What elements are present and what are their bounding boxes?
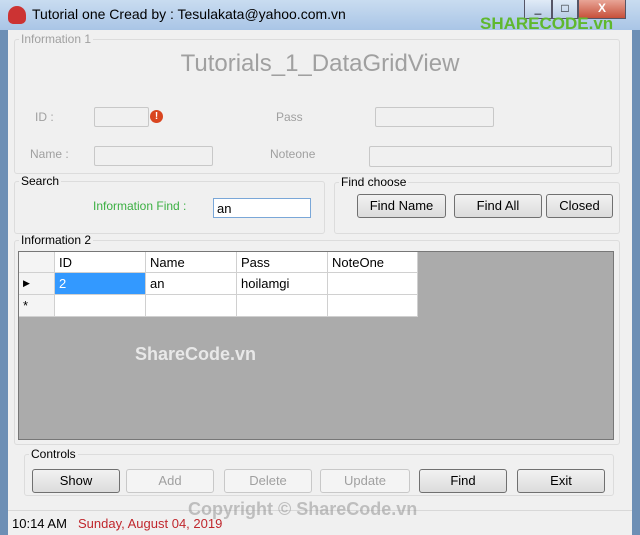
copyright-watermark: Copyright © ShareCode.vn bbox=[188, 499, 418, 519]
row-header-new[interactable]: * bbox=[19, 295, 55, 317]
pass-input[interactable] bbox=[375, 107, 494, 127]
id-label: ID : bbox=[35, 110, 54, 124]
find-all-button[interactable]: Find All bbox=[454, 194, 542, 218]
page-heading: Tutorials_1_DataGridView bbox=[180, 50, 460, 77]
window-title: Tutorial one Cread by : Tesulakata@yahoo… bbox=[32, 6, 346, 22]
column-header-noteone[interactable]: NoteOne bbox=[328, 252, 418, 273]
noteone-input[interactable] bbox=[369, 146, 612, 167]
new-cell-pass[interactable] bbox=[237, 295, 328, 317]
name-input[interactable] bbox=[94, 146, 213, 166]
find-name-button[interactable]: Find Name bbox=[357, 194, 446, 218]
status-time: 10:14 AM bbox=[12, 516, 67, 531]
error-icon: ! bbox=[150, 110, 163, 123]
information-find-input[interactable]: an bbox=[213, 198, 311, 218]
information2-legend: Information 2 bbox=[21, 233, 92, 247]
column-header-pass[interactable]: Pass bbox=[237, 252, 328, 273]
new-cell-id[interactable] bbox=[55, 295, 146, 317]
cell-id[interactable]: 2 bbox=[55, 273, 146, 295]
cell-pass[interactable]: hoilamgi bbox=[237, 273, 328, 295]
grid-watermark: ShareCode.vn bbox=[135, 344, 257, 364]
pass-label: Pass bbox=[276, 110, 303, 124]
id-input[interactable] bbox=[94, 107, 149, 127]
cell-noteone[interactable] bbox=[328, 273, 418, 295]
new-cell-noteone[interactable] bbox=[328, 295, 418, 317]
column-header-name[interactable]: Name bbox=[146, 252, 237, 273]
app-icon bbox=[8, 6, 26, 24]
find-button[interactable]: Find bbox=[419, 469, 507, 493]
new-cell-name[interactable] bbox=[146, 295, 237, 317]
find-choose-legend: Find choose bbox=[341, 175, 407, 189]
search-legend: Search bbox=[21, 174, 60, 188]
title-bar: Tutorial one Cread by : Tesulakata@yahoo… bbox=[0, 0, 640, 33]
update-button[interactable]: Update bbox=[320, 469, 410, 493]
column-header-id[interactable]: ID bbox=[55, 252, 146, 273]
closed-button[interactable]: Closed bbox=[546, 194, 613, 218]
controls-legend: Controls bbox=[31, 447, 76, 461]
data-grid[interactable]: ID Name Pass NoteOne ▶ 2 an hoilamgi * S… bbox=[18, 251, 614, 440]
grid-corner-header bbox=[19, 252, 55, 273]
information-find-label: Information Find : bbox=[93, 199, 187, 213]
name-label: Name : bbox=[30, 147, 69, 161]
cell-name[interactable]: an bbox=[146, 273, 237, 295]
exit-button[interactable]: Exit bbox=[517, 469, 605, 493]
noteone-label: Noteone bbox=[270, 147, 316, 161]
delete-button[interactable]: Delete bbox=[224, 469, 312, 493]
show-button[interactable]: Show bbox=[32, 469, 120, 493]
information1-legend: Information 1 bbox=[21, 32, 92, 46]
row-header-current[interactable]: ▶ bbox=[19, 273, 55, 295]
add-button[interactable]: Add bbox=[126, 469, 214, 493]
